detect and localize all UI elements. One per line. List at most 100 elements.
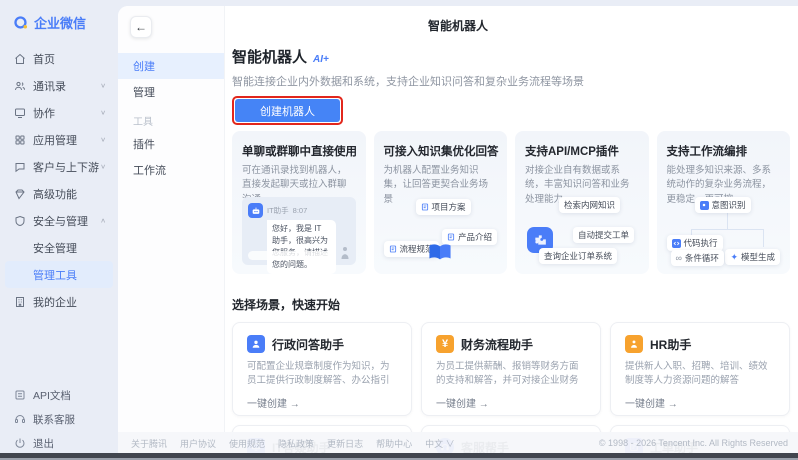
scenario-card-finance[interactable]: ¥ 财务流程助手 为员工提供薪酬、报销等财务方面的支持和解答，并可对接企业财务系… <box>421 322 601 416</box>
sidebar-item-customers[interactable]: 客户与上下游 ∨ <box>5 153 113 180</box>
headset-icon <box>14 413 26 425</box>
chevron-up-icon: ∧ <box>100 217 106 224</box>
feature-title: 支持工作流编排 <box>667 143 781 159</box>
scenario-desc: 可配置企业规章制度作为知识，为员工提供行政制度解答、办公指引 <box>247 360 397 388</box>
sidebar-item-security-admin[interactable]: 安全管理 <box>5 234 113 261</box>
footer-link-agreement[interactable]: 用户协议 <box>180 437 216 450</box>
brand-name: 企业微信 <box>34 13 86 32</box>
one-click-create-link[interactable]: 一键创建 → <box>436 395 489 410</box>
subnav-label: 插件 <box>133 136 155 152</box>
click-annotation-box: 创建机器人 <box>232 96 343 125</box>
admin-assistant-icon <box>247 335 265 353</box>
sidebar-item-label: 安全与管理 <box>33 213 88 229</box>
subnav-item-plugins[interactable]: 插件 <box>118 131 224 157</box>
knowledge-illustration: 项目方案 产品介绍 流程规范 <box>384 195 498 266</box>
sidebar-item-label: 通讯录 <box>33 78 66 94</box>
subnav-item-manage[interactable]: 管理 <box>118 79 224 105</box>
workflow-pill: ✦ 模型生成 <box>725 249 780 265</box>
chevron-down-icon: ∨ <box>100 82 106 89</box>
feature-card-plugins: 支持API/MCP插件 对接企业自有数据或系统，丰富知识问答和业务处理能力 检索… <box>515 131 649 274</box>
robot-avatar-icon <box>248 203 263 218</box>
sidebar-item-advanced-features[interactable]: 高级功能 <box>5 180 113 207</box>
chat-illustration: IT助手 8:07 您好，我是 IT 助手，很高兴为您服务，请描述您的问题。 <box>242 197 356 265</box>
wecom-logo-icon <box>13 15 29 31</box>
finance-assistant-icon: ¥ <box>436 335 454 353</box>
sidebar-item-home[interactable]: 首页 <box>5 45 113 72</box>
scenario-title: 行政问答助手 <box>272 336 344 353</box>
feature-title: 单聊或群聊中直接使用 <box>242 143 356 159</box>
scenario-desc: 为员工提供薪酬、报销等财务方面的支持和解答，并可对接企业财务系统提交申请 <box>436 360 586 388</box>
workflow-pill: 意图识别 <box>695 197 751 213</box>
subnav-label: 创建 <box>133 58 155 74</box>
caret-down-icon: ∨ <box>446 439 455 449</box>
sidebar-item-label: 首页 <box>33 51 55 67</box>
page-subtitle: 智能连接企业内外数据和系统，支持企业知识问答和复杂业务流程等场景 <box>232 73 790 89</box>
back-arrow-icon: ← <box>135 20 147 34</box>
building-icon <box>14 296 26 308</box>
doc-icon <box>389 245 397 253</box>
sidebar-item-label: 联系客服 <box>33 412 75 427</box>
scenario-card-hr[interactable]: HR助手 提供新人入职、招聘、培训、绩效制度等人力资源问题的解答 一键创建 → <box>610 322 790 416</box>
gem-icon <box>14 188 26 200</box>
sidebar-item-label: 高级功能 <box>33 186 77 202</box>
sidebar-item-api-docs[interactable]: API文档 <box>5 383 113 407</box>
footer-link-changelog[interactable]: 更新日志 <box>327 437 363 450</box>
sidebar-item-label: 协作 <box>33 105 55 121</box>
infinity-loop-icon: ∞ <box>676 253 682 263</box>
connector-line <box>727 213 728 229</box>
chat-timestamp: 8:07 <box>293 206 308 215</box>
footer-link-help[interactable]: 帮助中心 <box>376 437 412 450</box>
subnav-item-workflow[interactable]: 工作流 <box>118 157 224 183</box>
power-icon <box>14 437 26 449</box>
book-icon <box>427 243 453 266</box>
scenarios-section-title: 选择场景，快速开始 <box>232 296 790 313</box>
contacts-icon <box>14 80 26 92</box>
subnav-label: 管理 <box>133 84 155 100</box>
chevron-down-icon: ∨ <box>100 163 106 170</box>
copyright-text: © 1998 - 2026 Tencent Inc. All Rights Re… <box>599 438 788 448</box>
primary-sidebar: 企业微信 首页 通讯录 ∨ 协作 ∨ 应用管理 ∨ 客户与上下游 ∨ 高级 <box>0 0 118 460</box>
one-click-create-link[interactable]: 一键创建 → <box>247 395 300 410</box>
collaboration-icon <box>14 107 26 119</box>
feature-cards: 单聊或群聊中直接使用 可在通讯录找到机器人，直接发起聊天或拉入群聊沟通。 IT助… <box>232 131 790 274</box>
create-robot-button[interactable]: 创建机器人 <box>235 99 340 122</box>
footer-link-usage[interactable]: 使用规范 <box>229 437 265 450</box>
scenario-card-admin-qa[interactable]: 行政问答助手 可配置企业规章制度作为知识，为员工提供行政制度解答、办公指引 一键… <box>232 322 412 416</box>
hr-assistant-icon <box>625 335 643 353</box>
sidebar-item-label: 应用管理 <box>33 132 77 148</box>
doc-icon <box>421 203 429 211</box>
sidebar-item-label: API文档 <box>33 388 71 403</box>
footer-link-about[interactable]: 关于腾讯 <box>131 437 167 450</box>
chat-sender-name: IT助手 <box>267 205 289 216</box>
plugin-pill: 查询企业订单系统 <box>539 248 617 264</box>
person-figure-icon <box>339 246 351 260</box>
feature-card-knowledge: 可接入知识集优化回答 为机器人配置业务知识集，让回答更契合业务场景 项目方案 产… <box>374 131 508 274</box>
sidebar-footer: API文档 联系客服 退出 <box>0 383 118 455</box>
app-window: 企业微信 首页 通讯录 ∨ 协作 ∨ 应用管理 ∨ 客户与上下游 ∨ 高级 <box>0 0 798 460</box>
subnav-item-create[interactable]: 创建 <box>118 53 224 79</box>
back-button[interactable]: ← <box>130 16 152 38</box>
one-click-create-link[interactable]: 一键创建 → <box>625 395 678 410</box>
sidebar-item-contacts[interactable]: 通讯录 ∨ <box>5 72 113 99</box>
sidebar-item-app-management[interactable]: 应用管理 ∨ <box>5 126 113 153</box>
sidebar-item-my-company[interactable]: 我的企业 <box>5 288 113 315</box>
code-icon <box>672 239 681 248</box>
sidebar-item-contact-support[interactable]: 联系客服 <box>5 407 113 431</box>
feature-title: 可接入知识集优化回答 <box>384 143 498 159</box>
subnav-label: 工具 <box>133 113 153 128</box>
sidebar-item-security-management[interactable]: 安全与管理 ∧ <box>5 207 113 234</box>
arrow-right-icon: → <box>479 399 489 410</box>
feature-card-workflow: 支持工作流编排 能处理多知识来源、多系统动作的复杂业务流程，更稳定、更可控 意图… <box>657 131 791 274</box>
sidebar-item-collaboration[interactable]: 协作 ∨ <box>5 99 113 126</box>
secondary-sidebar: ← 创建 管理 工具 插件 工作流 <box>118 6 225 460</box>
wecom-logo: 企业微信 <box>0 13 118 32</box>
sidebar-item-logout[interactable]: 退出 <box>5 431 113 455</box>
workflow-pill: 代码执行 <box>667 235 723 251</box>
sidebar-item-admin-tools[interactable]: 管理工具 <box>5 261 113 288</box>
footer-link-privacy[interactable]: 隐私政策 <box>278 437 314 450</box>
ai-plus-badge: AI+ <box>313 54 329 65</box>
chevron-down-icon: ∨ <box>100 136 106 143</box>
page-footer: 关于腾讯 用户协议 使用规范 隐私政策 更新日志 帮助中心 中文 ∨ © 199… <box>118 432 798 454</box>
language-selector[interactable]: 中文 ∨ <box>425 437 455 450</box>
sidebar-item-label: 我的企业 <box>33 294 77 310</box>
